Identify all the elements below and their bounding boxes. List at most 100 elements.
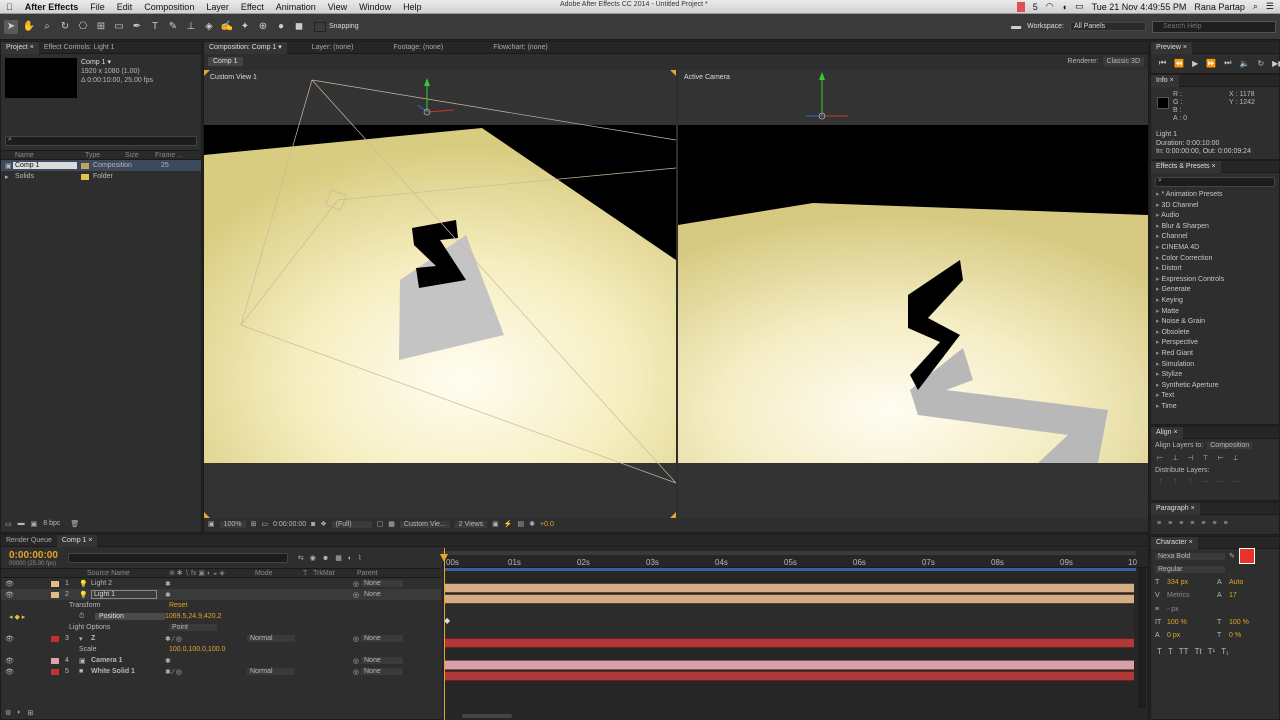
column-trkmat[interactable]: TrkMat xyxy=(313,570,357,577)
menu-app-name[interactable]: After Effects xyxy=(19,2,85,12)
visibility-icon[interactable]: 👁 xyxy=(1,591,51,599)
parent-select[interactable]: None xyxy=(361,668,403,675)
blend-mode-select[interactable]: Normal xyxy=(247,635,295,642)
stroke-width-value[interactable]: - px xyxy=(1167,606,1217,613)
menu-view[interactable]: View xyxy=(322,2,353,12)
loop-icon[interactable]: ↻ xyxy=(1257,59,1264,68)
interpret-footage-icon[interactable]: ▭ xyxy=(5,520,12,528)
layer-row[interactable]: 👁 5 ■ White Solid 1 ✱ ∕ ◎ Normal ◎ None xyxy=(1,666,441,677)
align-vcenter-icon[interactable]: ⊢ xyxy=(1217,454,1223,462)
effects-category[interactable]: Text xyxy=(1156,391,1279,402)
toggle-pixel-aspect-icon[interactable]: ▣ xyxy=(492,520,499,528)
notification-badge[interactable]: 5 xyxy=(1033,2,1038,12)
layer-name[interactable]: White Solid 1 xyxy=(91,668,165,675)
comp-breadcrumb[interactable]: Comp 1 xyxy=(208,56,243,66)
mask-tool-icon[interactable]: ▭ xyxy=(112,20,126,34)
property-group-light-options[interactable]: Light Options Point xyxy=(1,622,441,633)
viewer-custom-view[interactable]: Custom View 1 xyxy=(204,70,676,518)
rotate-tool-icon[interactable]: ↻ xyxy=(58,20,72,34)
effects-search-input[interactable]: ⌕ xyxy=(1155,177,1275,187)
hand-tool-icon[interactable]: ✋ xyxy=(22,20,36,34)
property-group-transform[interactable]: Transform Reset xyxy=(1,600,441,611)
spotlight-search-icon[interactable]: ⌕ xyxy=(1253,1,1258,12)
visibility-icon[interactable]: 👁 xyxy=(1,668,51,676)
position-value[interactable]: 1069.5,24.9,420.2 xyxy=(165,613,221,620)
layer-bar[interactable] xyxy=(444,638,1134,648)
menu-animation[interactable]: Animation xyxy=(270,2,322,12)
axis-world-icon[interactable]: ● xyxy=(274,20,288,34)
distribute-icon[interactable]: ⋮ xyxy=(1187,478,1194,486)
tracking-value[interactable]: 17 xyxy=(1229,592,1237,599)
effects-category[interactable]: Simulation xyxy=(1156,360,1279,371)
align-text-right-icon[interactable]: ≡ xyxy=(1179,520,1183,527)
layer-name[interactable]: Light 2 xyxy=(91,580,165,587)
justify-left-icon[interactable]: ≡ xyxy=(1190,520,1194,527)
effects-category[interactable]: Keying xyxy=(1156,296,1279,307)
transparency-grid-icon[interactable]: ▦ xyxy=(388,520,395,528)
justify-right-icon[interactable]: ≡ xyxy=(1212,520,1216,527)
menu-effect[interactable]: Effect xyxy=(235,2,270,12)
layer-row-selected[interactable]: 👁 2 💡 Light 1 ✱ ◎ None xyxy=(1,589,441,600)
tsume-value[interactable]: 0 % xyxy=(1229,632,1241,639)
tab-comp1-timeline[interactable]: Comp 1 × xyxy=(56,534,98,547)
align-to-select[interactable]: Composition xyxy=(1207,442,1253,449)
position-label[interactable]: Position xyxy=(95,613,165,620)
timeline-timecode[interactable]: 0:00:00:00 xyxy=(9,550,58,561)
light-type-select[interactable]: Point xyxy=(169,624,217,631)
battery-icon[interactable]: ▭ xyxy=(1075,1,1084,12)
audio-icon[interactable]: 🔈 xyxy=(1240,59,1250,68)
project-item-name[interactable]: Comp 1 ▾ xyxy=(81,58,153,67)
property-position[interactable]: ◂ ◆ ▸ ⏱ Position 1069.5,24.9,420.2 xyxy=(1,611,441,622)
eraser-tool-icon[interactable]: ◈ xyxy=(202,20,216,34)
property-scale[interactable]: Scale 100.0,100.0,100.0 xyxy=(1,644,441,655)
effects-category[interactable]: Noise & Grain xyxy=(1156,317,1279,328)
parent-select[interactable]: None xyxy=(361,657,403,664)
align-top-icon[interactable]: ⊤ xyxy=(1202,454,1208,462)
column-mode[interactable]: Mode xyxy=(255,570,303,577)
layer-switches[interactable]: ✱ xyxy=(165,591,353,599)
play-icon[interactable]: ▶ xyxy=(1192,59,1198,68)
mask-visibility-icon[interactable]: ▭ xyxy=(261,520,268,528)
kerning-value[interactable]: Metrics xyxy=(1167,592,1217,599)
playhead[interactable] xyxy=(444,548,445,720)
layer-row[interactable]: 👁 3 ▾ Z ✱ ∕ ◎ Normal ◎ None xyxy=(1,633,441,644)
tab-layer[interactable]: Layer: (none) xyxy=(307,44,359,51)
transform-reset-link[interactable]: Reset xyxy=(169,602,187,609)
view-select[interactable]: Custom Vie... xyxy=(399,520,450,528)
tab-preview[interactable]: Preview × xyxy=(1151,41,1192,54)
blend-mode-select[interactable]: Normal xyxy=(247,668,295,675)
layer-switches[interactable]: ✱ ∕ ◎ xyxy=(165,668,247,676)
font-size-value[interactable]: 334 px xyxy=(1167,579,1217,586)
effects-category[interactable]: Blur & Sharpen xyxy=(1156,222,1279,233)
vertical-scale-value[interactable]: 100 % xyxy=(1167,619,1217,626)
effects-category[interactable]: Perspective xyxy=(1156,338,1279,349)
layer-row[interactable]: 👁 1 💡 Light 2 ✱ ◎ None xyxy=(1,578,441,589)
axis-local-icon[interactable]: ⊕ xyxy=(256,20,270,34)
column-frame[interactable]: Frame ... xyxy=(155,152,183,159)
search-help-input[interactable] xyxy=(1152,20,1276,33)
record-status-icon[interactable] xyxy=(1016,1,1025,12)
layer-bar[interactable] xyxy=(444,594,1134,604)
tab-project[interactable]: Project × xyxy=(1,41,39,54)
parent-pickwhip-icon[interactable]: ◎ xyxy=(353,635,361,643)
effects-category[interactable]: CINEMA 4D xyxy=(1156,243,1279,254)
small-caps-icon[interactable]: Tt xyxy=(1195,647,1202,656)
parent-pickwhip-icon[interactable]: ◎ xyxy=(353,668,361,676)
keyframe-marker[interactable]: ◆ xyxy=(444,616,452,625)
transform-label[interactable]: Transform xyxy=(69,602,169,609)
layer-bar[interactable] xyxy=(444,671,1134,681)
label-color-swatch[interactable] xyxy=(81,173,89,180)
motion-blur-icon[interactable]: ◐ xyxy=(348,555,352,562)
superscript-icon[interactable]: T¹ xyxy=(1208,647,1216,656)
resolution-select[interactable]: (Full) xyxy=(331,520,372,528)
clock[interactable]: Tue 21 Nov 4:49:55 PM xyxy=(1092,2,1187,12)
tab-composition[interactable]: Composition: Comp 1 ▾ xyxy=(204,41,287,54)
effects-category[interactable]: Generate xyxy=(1156,285,1279,296)
parent-select[interactable]: None xyxy=(361,580,403,587)
layer-switches[interactable]: ✱ ∕ ◎ xyxy=(165,635,247,643)
tab-info[interactable]: Info × xyxy=(1151,74,1179,87)
draft-3d-icon[interactable]: ◉ xyxy=(310,554,316,562)
folder-expand-icon[interactable]: ▸ xyxy=(1,173,13,181)
effects-category[interactable]: Time xyxy=(1156,402,1279,413)
show-channel-icon[interactable]: ❖ xyxy=(320,520,326,528)
